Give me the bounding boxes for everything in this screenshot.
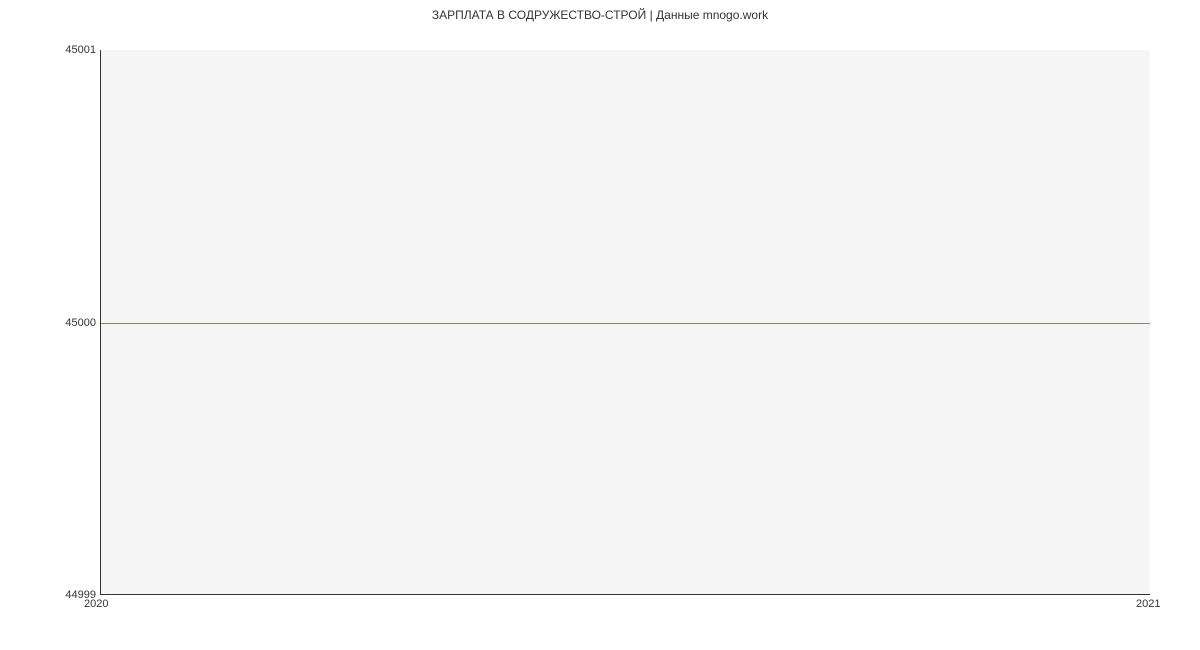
data-line xyxy=(101,323,1150,324)
chart-title: ЗАРПЛАТА В СОДРУЖЕСТВО-СТРОЙ | Данные mn… xyxy=(0,8,1200,22)
x-tick-start: 2020 xyxy=(84,598,108,610)
plot-area xyxy=(100,50,1150,595)
y-tick-top: 45001 xyxy=(65,44,96,56)
y-tick-mid: 45000 xyxy=(65,317,96,329)
x-tick-end: 2021 xyxy=(1136,598,1160,610)
